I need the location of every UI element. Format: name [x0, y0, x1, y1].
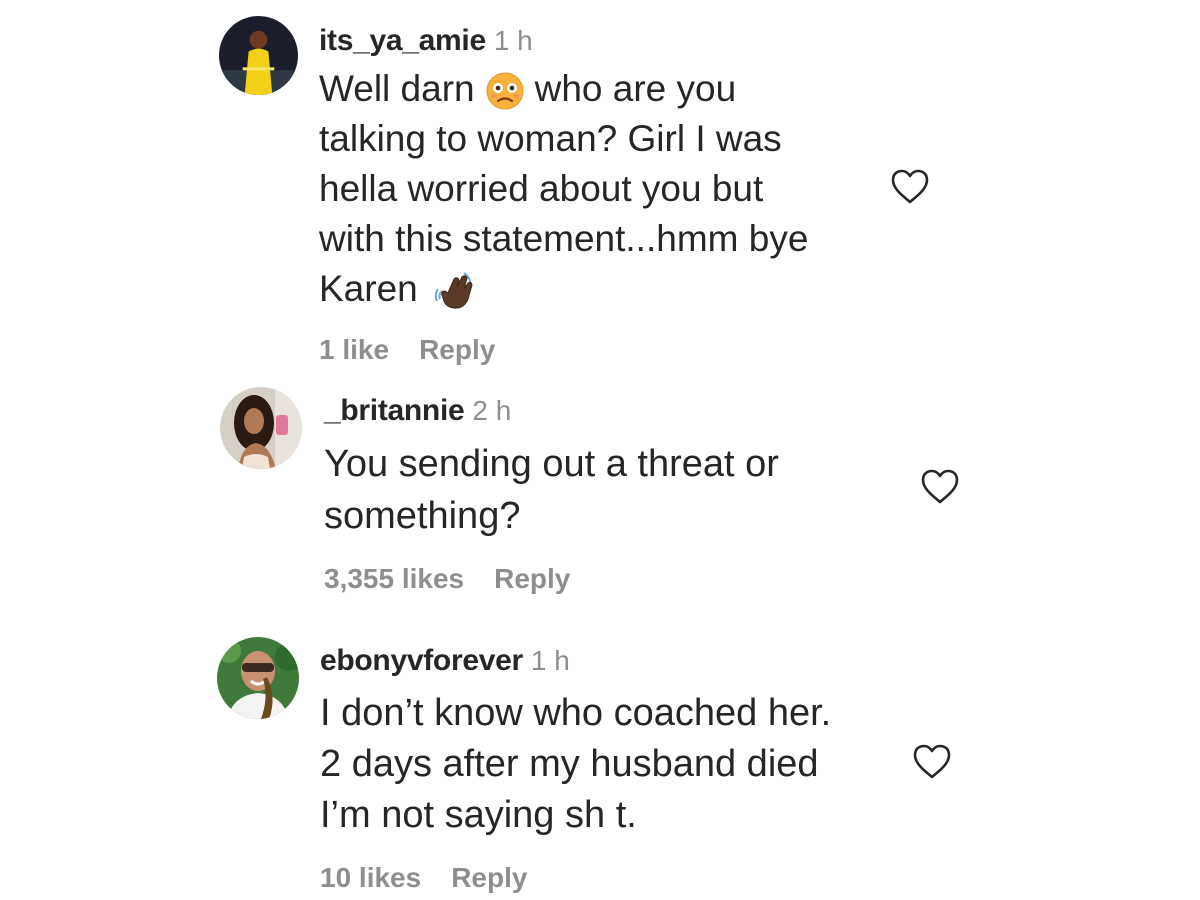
reply-button[interactable]: Reply	[419, 334, 495, 365]
comment-header: ebonyvforever 1 h	[320, 644, 570, 678]
comment-text-line: something?	[324, 495, 521, 537]
username[interactable]: _britannie	[324, 394, 465, 427]
comment-text: You sending out a threat or something?	[324, 438, 779, 542]
comment-text-line: Well darn	[319, 68, 475, 109]
heart-outline-icon[interactable]	[920, 468, 960, 506]
avatar[interactable]	[220, 387, 302, 469]
comment-item: _britannie 2 h You sending out a threat o…	[0, 380, 1200, 620]
heart-outline-icon[interactable]	[912, 743, 952, 781]
comment-text-line: I don’t know who coached her.	[320, 692, 832, 734]
comment-text-line: with this statement...hmm bye	[319, 218, 809, 259]
avatar[interactable]	[217, 637, 299, 719]
comment-actions: 1 like Reply	[319, 334, 495, 366]
waving-hand-emoji-icon	[434, 271, 474, 311]
username[interactable]: its_ya_amie	[319, 24, 486, 57]
comment-text-line: who are you	[534, 68, 737, 109]
comment-actions: 10 likes Reply	[320, 862, 527, 894]
comment-item: ebonyvforever 1 h I don’t know who coache…	[0, 620, 1200, 900]
comment-item: its_ya_amie 1 h Well darn who are you talk…	[0, 0, 1200, 380]
comment-header: _britannie 2 h	[324, 394, 511, 428]
comment-text-line: 2 days after my husband died	[320, 743, 819, 785]
confused-face-emoji-icon	[485, 71, 525, 111]
timestamp[interactable]: 1 h	[494, 25, 533, 56]
avatar[interactable]	[219, 16, 298, 95]
username[interactable]: ebonyvforever	[320, 644, 523, 677]
avatar-image	[220, 387, 302, 469]
comment-text-line: Karen	[319, 268, 418, 309]
reply-button[interactable]: Reply	[494, 563, 570, 594]
heart-outline-icon[interactable]	[890, 168, 930, 206]
like-count[interactable]: 3,355 likes	[324, 563, 464, 594]
avatar-image	[217, 637, 299, 719]
comment-text: I don’t know who coached her. 2 days aft…	[320, 688, 831, 841]
comment-text-line: I’m not saying sh t.	[320, 794, 637, 836]
like-count[interactable]: 10 likes	[320, 862, 421, 893]
timestamp[interactable]: 2 h	[472, 395, 511, 426]
comment-text: Well darn who are you talking to woman? G…	[319, 64, 808, 314]
reply-button[interactable]: Reply	[451, 862, 527, 893]
like-count[interactable]: 1 like	[319, 334, 389, 365]
avatar-image	[219, 16, 298, 95]
comment-header: its_ya_amie 1 h	[319, 24, 533, 58]
comment-text-line: hella worried about you but	[319, 168, 764, 209]
comment-text-line: You sending out a threat or	[324, 443, 779, 485]
comment-actions: 3,355 likes Reply	[324, 563, 570, 595]
comment-text-line: talking to woman? Girl I was	[319, 118, 782, 159]
timestamp[interactable]: 1 h	[531, 645, 570, 676]
